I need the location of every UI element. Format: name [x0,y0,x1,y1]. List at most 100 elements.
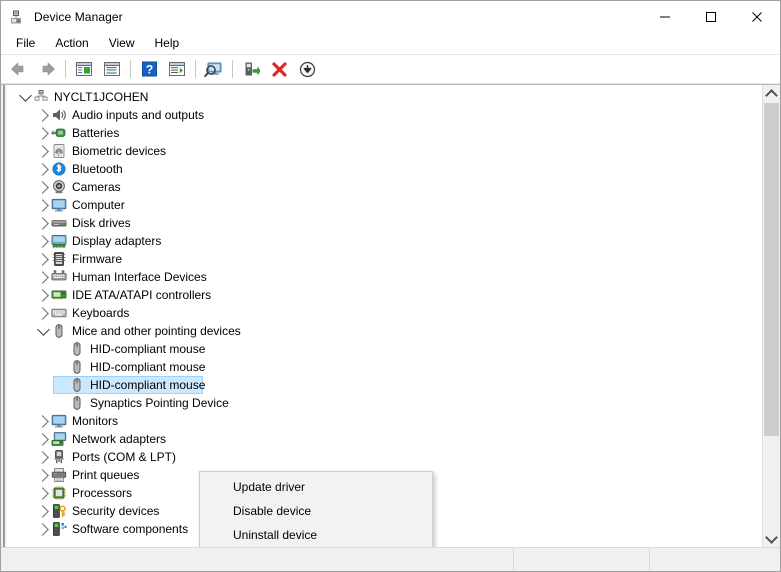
maximize-button[interactable] [688,1,734,32]
scroll-down-arrow-icon[interactable] [763,530,780,547]
show-hide-action-pane-icon[interactable] [164,57,190,81]
tree-node-label: Network adapters [72,430,166,448]
chevron-right-icon[interactable] [35,124,51,142]
tree-node-label: HID-compliant mouse [90,376,205,394]
network-adapter-icon [51,431,67,447]
tree-node[interactable]: Network adapters [7,430,762,448]
tree-node[interactable]: Biometric devices [7,142,762,160]
tree-node[interactable]: Bluetooth [7,160,762,178]
display-adapter-icon [51,233,67,249]
tree-node[interactable]: Computer [7,196,762,214]
menu-action[interactable]: Action [45,33,98,53]
tree-node-label: Synaptics Pointing Device [90,394,229,412]
firmware-chip-icon [51,251,67,267]
toolbar-separator-2 [130,60,131,78]
chevron-right-icon[interactable] [35,178,51,196]
menu-bar: File Action View Help [1,32,780,55]
tree-spacer [53,394,69,412]
chevron-right-icon[interactable] [35,232,51,250]
menu-file[interactable]: File [6,33,45,53]
computer-node-icon [33,89,49,105]
toolbar-separator-3 [195,60,196,78]
tree-node[interactable]: HID-compliant mouse [7,358,762,376]
chevron-right-icon[interactable] [35,502,51,520]
context-menu-item[interactable]: Update driver [200,475,432,499]
tree-node[interactable]: Ports (COM & LPT) [7,448,762,466]
back-icon[interactable] [6,57,32,81]
tree-node-label: Audio inputs and outputs [72,106,204,124]
chevron-right-icon[interactable] [35,268,51,286]
tree-node-label: Firmware [72,250,122,268]
chevron-right-icon[interactable] [35,466,51,484]
chevron-right-icon[interactable] [35,196,51,214]
chevron-right-icon[interactable] [35,448,51,466]
tree-node[interactable]: Firmware [7,250,762,268]
mouse-icon [69,341,85,357]
scroll-up-arrow-icon[interactable] [763,85,780,102]
chevron-right-icon[interactable] [35,304,51,322]
tree-node[interactable]: Keyboards [7,304,762,322]
fingerprint-icon [51,143,67,159]
chevron-right-icon[interactable] [35,520,51,538]
chevron-down-icon[interactable] [35,322,51,340]
svg-text:?: ? [145,62,152,76]
tree-node-label: Security devices [72,502,159,520]
port-icon [51,449,67,465]
disk-drive-icon [51,215,67,231]
chevron-right-icon[interactable] [35,142,51,160]
chevron-down-icon[interactable] [17,88,33,106]
tree-node[interactable]: Audio inputs and outputs [7,106,762,124]
hid-icon [51,269,67,285]
tree-node-label: IDE ATA/ATAPI controllers [72,286,211,304]
forward-icon[interactable] [34,57,60,81]
tree-node[interactable]: Cameras [7,178,762,196]
tree-node[interactable]: HID-compliant mouse [7,376,762,394]
scan-for-hardware-changes-icon[interactable] [201,57,227,81]
tree-node[interactable]: Display adapters [7,232,762,250]
tree-node-label: HID-compliant mouse [90,340,205,358]
disable-device-icon[interactable] [294,57,320,81]
context-menu-item[interactable]: Uninstall device [200,523,432,547]
properties-icon[interactable] [99,57,125,81]
close-button[interactable] [734,1,780,32]
menu-help[interactable]: Help [145,33,190,53]
help-icon[interactable]: ? [136,57,162,81]
context-menu[interactable]: Update driverDisable deviceUninstall dev… [199,471,433,547]
toolbar: ? [1,55,780,84]
tree-node[interactable]: Disk drives [7,214,762,232]
tree-node[interactable]: Batteries [7,124,762,142]
content-area: NYCLT1JCOHENAudio inputs and outputsBatt… [1,84,780,547]
tree-node-label: Batteries [72,124,119,142]
chevron-right-icon[interactable] [35,250,51,268]
tree-node[interactable]: Synaptics Pointing Device [7,394,762,412]
tree-vertical-scrollbar[interactable] [762,85,780,547]
tree-node-label: Human Interface Devices [72,268,207,286]
context-menu-item[interactable]: Disable device [200,499,432,523]
chevron-right-icon[interactable] [35,430,51,448]
chevron-right-icon[interactable] [35,214,51,232]
minimize-button[interactable] [642,1,688,32]
status-bar [1,547,780,571]
chevron-right-icon[interactable] [35,286,51,304]
chevron-right-icon[interactable] [35,484,51,502]
tree-node[interactable]: HID-compliant mouse [7,340,762,358]
show-hide-console-tree-icon[interactable] [71,57,97,81]
tree-node[interactable]: IDE ATA/ATAPI controllers [7,286,762,304]
monitor-icon [51,197,67,213]
chevron-right-icon[interactable] [35,160,51,178]
status-pane-3 [650,548,780,571]
chevron-right-icon[interactable] [35,412,51,430]
uninstall-device-icon[interactable] [266,57,292,81]
scrollbar-thumb[interactable] [764,103,779,436]
tree-spacer [53,358,69,376]
menu-view[interactable]: View [99,33,145,53]
tree-node[interactable]: NYCLT1JCOHEN [7,88,762,106]
tree-node[interactable]: Mice and other pointing devices [7,322,762,340]
tree-node-label: HID-compliant mouse [90,358,205,376]
tree-node[interactable]: Monitors [7,412,762,430]
chevron-right-icon[interactable] [35,106,51,124]
title-bar: Device Manager [1,1,780,32]
tree-node-label: Ports (COM & LPT) [72,448,176,466]
tree-node[interactable]: Human Interface Devices [7,268,762,286]
update-driver-icon[interactable] [238,57,264,81]
